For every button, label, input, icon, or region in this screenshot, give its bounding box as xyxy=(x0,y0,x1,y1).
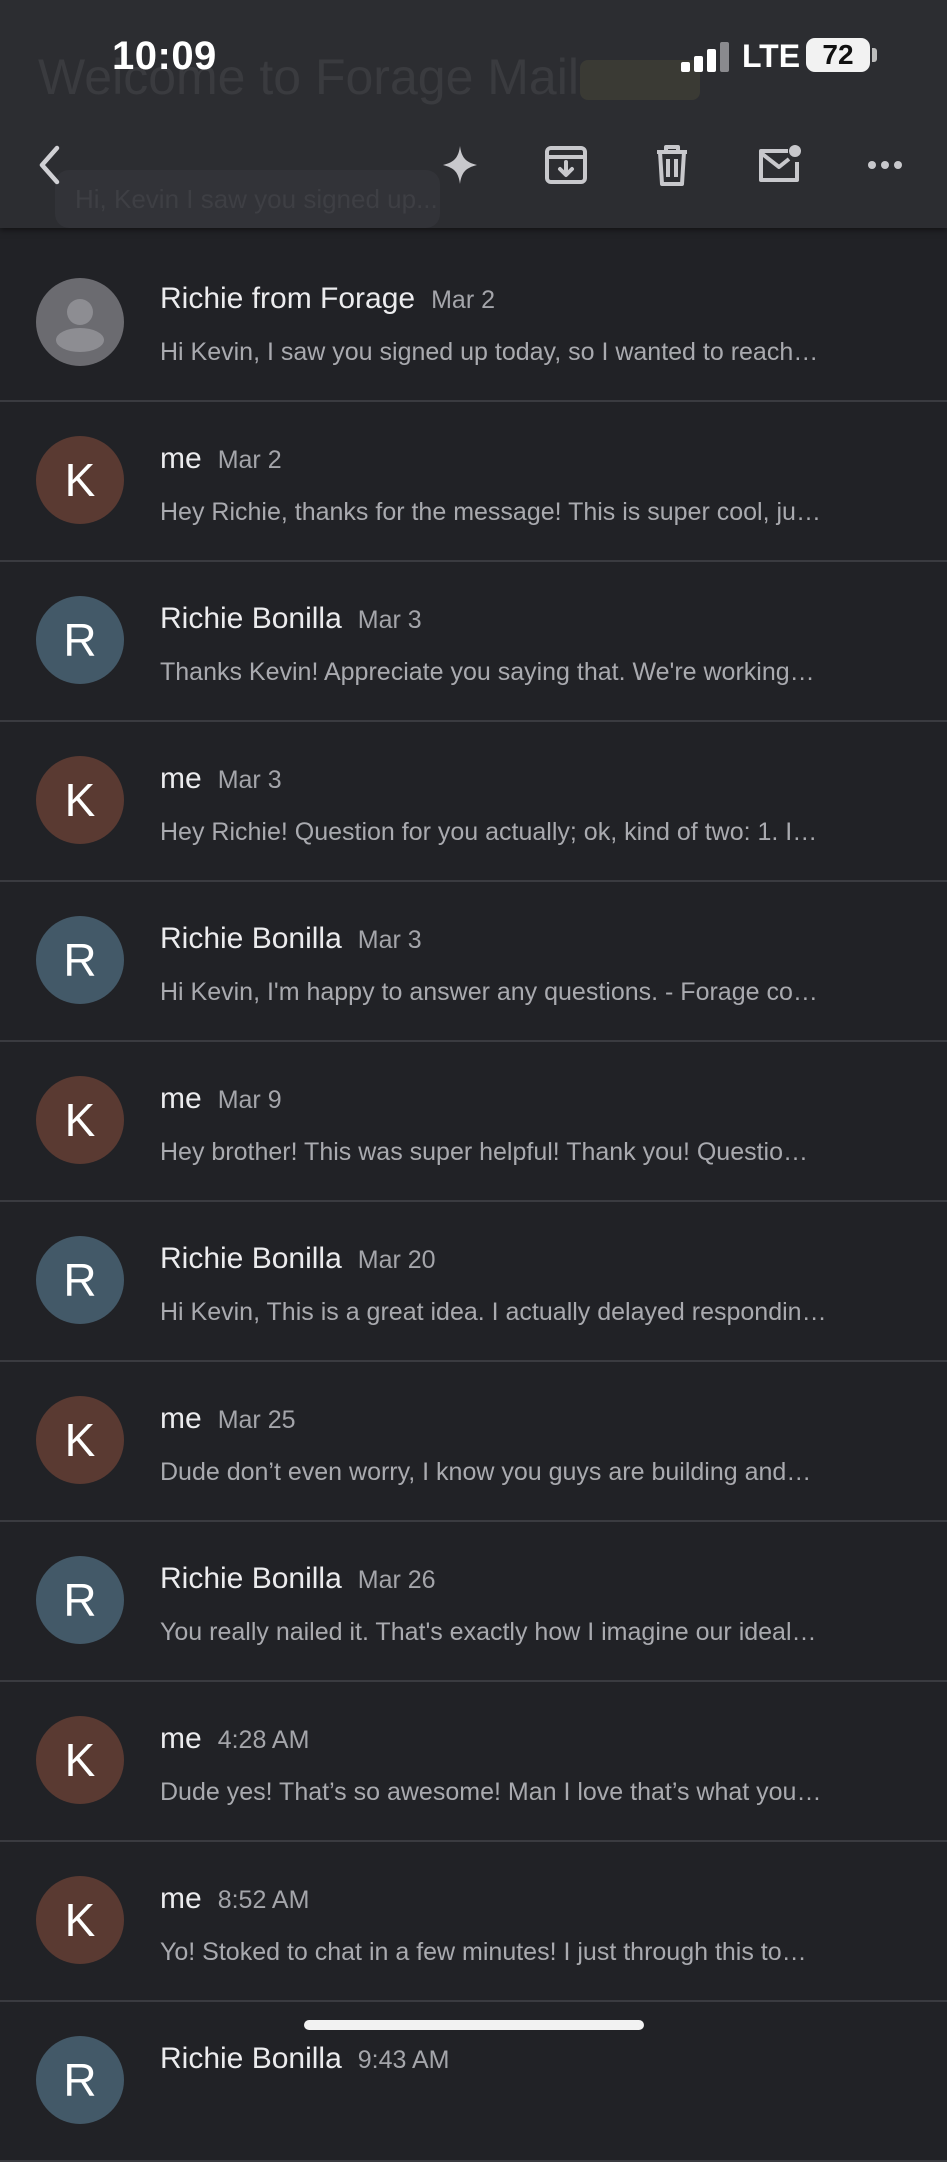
top-toolbar: Welcome to Forage Mail Hi, Kevin I saw y… xyxy=(0,0,947,228)
sender-name: Richie Bonilla xyxy=(160,1242,342,1275)
avatar: K xyxy=(36,1076,124,1164)
message-preview: Yo! Stoked to chat in a few minutes! I j… xyxy=(160,1938,807,1966)
message-preview: Dude yes! That’s so awesome! Man I love … xyxy=(160,1778,822,1806)
sender-line: me Mar 2 xyxy=(160,442,282,476)
message-date: 9:43 AM xyxy=(357,2046,450,2074)
avatar: K xyxy=(36,1876,124,1964)
sender-line: me 8:52 AM xyxy=(160,1882,309,1916)
message-row[interactable]: R Richie Bonilla Mar 20 Hi Kevin, This is a… xyxy=(0,1202,947,1362)
sender-line: me Mar 25 xyxy=(160,1402,296,1436)
sender-name: me xyxy=(160,1082,202,1115)
sender-name: me xyxy=(160,1722,202,1755)
sender-name: Richie Bonilla xyxy=(160,2042,342,2075)
message-preview: Hi Kevin, This is a great idea. I actual… xyxy=(160,1298,827,1326)
message-preview: Thanks Kevin! Appreciate you saying that… xyxy=(160,658,815,686)
message-date: Mar 20 xyxy=(357,1246,436,1274)
sender-name: me xyxy=(160,1402,202,1435)
message-date: Mar 25 xyxy=(217,1406,296,1434)
message-row[interactable]: Kme Mar 25 Dude don’t even worry, I know y… xyxy=(0,1362,947,1522)
sender-name: Richie Bonilla xyxy=(160,1562,342,1595)
message-preview: You really nailed it. That's exactly how… xyxy=(160,1618,817,1646)
message-thread-list: Richie from Forage Mar 2 Hi Kevin, I saw y… xyxy=(0,228,947,2162)
avatar: K xyxy=(36,1396,124,1484)
message-row[interactable]: R Richie Bonilla Mar 3 Hi Kevin, I'm happy … xyxy=(0,882,947,1042)
message-preview: Hey brother! This was super helpful! Tha… xyxy=(160,1138,809,1166)
mark-unread-icon[interactable] xyxy=(754,140,804,190)
status-time: 10:09 xyxy=(112,34,217,78)
sender-line: Richie Bonilla Mar 20 xyxy=(160,1242,436,1276)
sender-line: Richie from Forage Mar 2 xyxy=(160,282,495,316)
message-date: Mar 26 xyxy=(357,1566,436,1594)
avatar: K xyxy=(36,436,124,524)
message-preview: Hi Kevin, I saw you signed up today, so … xyxy=(160,338,819,366)
avatar: R xyxy=(36,2036,124,2124)
sender-name: me xyxy=(160,442,202,475)
avatar: R xyxy=(36,1556,124,1644)
message-preview: Dude don’t even worry, I know you guys a… xyxy=(160,1458,812,1486)
sender-line: me Mar 9 xyxy=(160,1082,282,1116)
chevron-left-icon[interactable] xyxy=(26,140,76,190)
sender-name: Richie Bonilla xyxy=(160,602,342,635)
message-date: 4:28 AM xyxy=(217,1726,310,1754)
avatar: R xyxy=(36,1236,124,1324)
sender-name: me xyxy=(160,762,202,795)
trash-icon[interactable] xyxy=(647,140,697,190)
signal-icon xyxy=(681,42,729,72)
message-date: Mar 2 xyxy=(217,446,282,474)
sender-line: Richie Bonilla Mar 26 xyxy=(160,1562,436,1596)
message-preview: Hey Richie, thanks for the message! This… xyxy=(160,498,821,526)
message-date: Mar 3 xyxy=(217,766,282,794)
default-avatar-icon xyxy=(36,278,124,366)
sender-line: me Mar 3 xyxy=(160,762,282,796)
message-row[interactable]: Kme Mar 9 Hey brother! This was super help… xyxy=(0,1042,947,1202)
sender-line: Richie Bonilla 9:43 AM xyxy=(160,2042,450,2076)
sender-line: me 4:28 AM xyxy=(160,1722,309,1756)
archive-icon[interactable] xyxy=(541,140,591,190)
message-date: Mar 3 xyxy=(357,606,422,634)
message-row[interactable]: R Richie Bonilla Mar 3 Thanks Kevin! Apprec… xyxy=(0,562,947,722)
avatar: K xyxy=(36,756,124,844)
message-row[interactable]: R Richie Bonilla Mar 26 You really nailed i… xyxy=(0,1522,947,1682)
message-date: Mar 2 xyxy=(431,286,495,314)
battery-icon: 72 xyxy=(806,38,870,72)
message-preview: Hey Richie! Question for you actually; o… xyxy=(160,818,818,846)
more-icon[interactable] xyxy=(860,140,910,190)
sender-name: Richie Bonilla xyxy=(160,922,342,955)
faded-preview-chip: Hi, Kevin I saw you signed up... xyxy=(55,170,440,228)
sender-name: Richie from Forage xyxy=(160,282,416,315)
message-row[interactable]: Kme Mar 3 Hey Richie! Question for you act… xyxy=(0,722,947,882)
battery-tip xyxy=(872,48,877,62)
message-preview: Hi Kevin, I'm happy to answer any questi… xyxy=(160,978,818,1006)
message-date: 8:52 AM xyxy=(217,1886,310,1914)
message-row[interactable]: Kme 4:28 AM Dude yes! That’s so awesome! M… xyxy=(0,1682,947,1842)
message-row[interactable]: Richie from Forage Mar 2 Hi Kevin, I saw y… xyxy=(0,228,947,402)
sender-name: me xyxy=(160,1882,202,1915)
message-row[interactable]: Kme 8:52 AM Yo! Stoked to chat in a few mi… xyxy=(0,1842,947,2002)
avatar: R xyxy=(36,916,124,1004)
message-row[interactable]: Kme Mar 2 Hey Richie, thanks for the messa… xyxy=(0,402,947,562)
message-date: Mar 9 xyxy=(217,1086,282,1114)
avatar: K xyxy=(36,1716,124,1804)
message-date: Mar 3 xyxy=(357,926,422,954)
home-indicator[interactable] xyxy=(304,2020,644,2030)
sparkle-icon[interactable] xyxy=(435,140,485,190)
sender-line: Richie Bonilla Mar 3 xyxy=(160,602,422,636)
sender-line: Richie Bonilla Mar 3 xyxy=(160,922,422,956)
avatar: R xyxy=(36,596,124,684)
network-type: LTE xyxy=(742,38,801,74)
